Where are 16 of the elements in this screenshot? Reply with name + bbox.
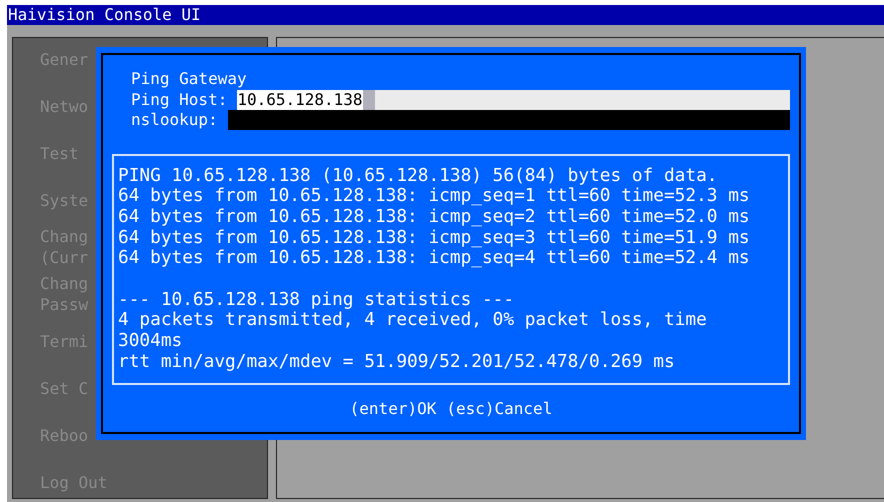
text-cursor [362,90,375,110]
dialog-title: Ping Gateway [131,69,248,90]
dialog-button[interactable]: (enter)OK [350,398,436,418]
input-field[interactable] [228,110,790,130]
output-line: 64 bytes from 10.65.128.138: icmp_seq=2 ttl=60 time=52.0 ms [118,206,751,228]
field-label: Ping Host: [131,90,228,110]
field-label: nslookup: [131,110,218,130]
dialog-button[interactable]: (esc)Cancel [446,398,552,418]
output-line: rtt min/avg/max/mdev = 51.909/52.201/52.478/0.269 ms [118,352,676,373]
input-field[interactable]: 10.65.128.138 [237,90,790,110]
output-line: 64 bytes from 10.65.128.138: icmp_seq=4 ttl=60 time=52.4 ms [118,248,751,270]
output-line: PING 10.65.128.138 (10.65.128.138) 56(84) bytes of data. [118,166,718,186]
window-title: Haivision Console UI [7,5,201,25]
output-line: 64 bytes from 10.65.128.138: icmp_seq=3 ttl=60 time=51.9 ms [118,228,751,248]
output-line: --- 10.65.128.138 ping statistics --- [118,290,516,310]
output-line: 64 bytes from 10.65.128.138: icmp_seq=1 ttl=60 time=52.3 ms [118,186,751,207]
